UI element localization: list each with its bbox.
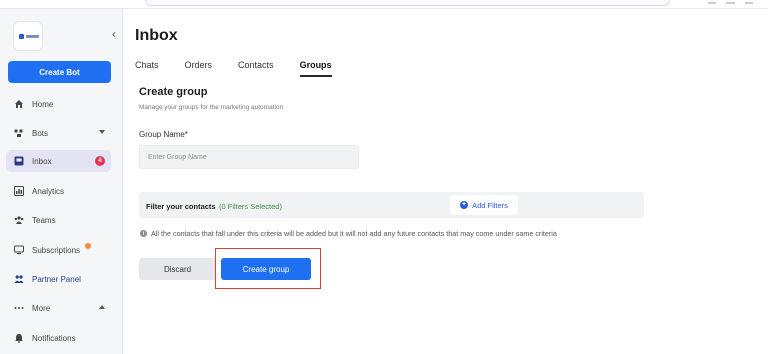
criteria-info-text: All the contacts that fall under this cr… (151, 229, 557, 238)
criteria-info: i All the contacts that fall under this … (140, 229, 557, 238)
brand-logo[interactable] (13, 21, 43, 51)
filter-count: (0 Filters Selected) (219, 202, 282, 211)
sidebar-item-more[interactable]: More (6, 297, 111, 319)
main-content: Inbox Chats Orders Contacts Groups Creat… (124, 9, 768, 354)
tab-contacts[interactable]: Contacts (238, 60, 274, 80)
sidebar: ‹ Create Bot Home Bots Inbox 4 Analytics… (0, 9, 123, 354)
window-controls (708, 0, 753, 6)
sidebar-item-label: Partner Panel (32, 274, 81, 284)
create-group-button[interactable]: Create group (221, 258, 311, 280)
tab-orders[interactable]: Orders (185, 60, 213, 80)
sidebar-item-label: Inbox (32, 156, 52, 166)
collapse-sidebar-icon[interactable]: ‹ (112, 28, 116, 40)
group-name-input[interactable] (139, 145, 359, 169)
inbox-count-badge: 4 (95, 156, 105, 166)
plus-icon: + (460, 201, 469, 209)
page-title: Inbox (135, 27, 178, 44)
notification-dot (85, 243, 91, 249)
analytics-icon (13, 186, 24, 197)
sidebar-item-analytics[interactable]: Analytics (6, 180, 111, 202)
tab-bar: Chats Orders Contacts Groups (135, 60, 358, 80)
subscriptions-icon (13, 245, 24, 256)
sidebar-item-label: Teams (32, 215, 56, 225)
sidebar-item-label: Subscriptions (32, 245, 81, 255)
tab-chats[interactable]: Chats (135, 60, 159, 80)
add-filters-label: Add Filters (472, 200, 508, 210)
more-icon (13, 303, 24, 314)
sidebar-item-label: Analytics (32, 186, 65, 196)
sidebar-item-label: Bots (32, 128, 49, 138)
address-bar[interactable] (145, 0, 670, 6)
add-filters-button[interactable]: + Add Filters (450, 195, 518, 215)
sidebar-item-subscriptions[interactable]: Subscriptions (6, 239, 111, 261)
discard-button[interactable]: Discard (139, 258, 216, 280)
bots-icon (13, 128, 24, 139)
sidebar-item-partner-panel[interactable]: Partner Panel (6, 268, 111, 290)
tab-groups[interactable]: Groups (299, 60, 332, 80)
filter-contacts-bar: Filter your contacts (0 Filters Selected… (139, 192, 644, 218)
sidebar-item-label: More (32, 303, 51, 313)
logo-mark (19, 34, 24, 39)
partner-icon (13, 274, 24, 285)
logo-text (26, 35, 39, 38)
chevron-down-icon[interactable] (99, 130, 105, 134)
home-icon (13, 99, 24, 110)
sidebar-item-teams[interactable]: Teams (6, 209, 111, 231)
browser-top-bar (0, 0, 768, 9)
inbox-icon (13, 156, 24, 167)
group-name-label: Group Name* (139, 130, 188, 139)
sidebar-item-bots[interactable]: Bots (6, 122, 111, 144)
sidebar-item-label: Home (32, 99, 54, 109)
form-subtitle: Manage your groups for the marketing aut… (139, 104, 284, 111)
sidebar-item-inbox[interactable]: Inbox 4 (6, 150, 111, 172)
create-bot-button[interactable]: Create Bot (8, 61, 111, 83)
sidebar-item-notifications[interactable]: Notifications (6, 327, 111, 349)
info-icon: i (140, 230, 147, 237)
chevron-up-icon[interactable] (99, 305, 105, 309)
sidebar-item-home[interactable]: Home (6, 93, 111, 115)
bell-icon (13, 333, 24, 344)
sidebar-item-label: Notifications (32, 333, 76, 343)
form-title: Create group (139, 86, 208, 98)
filter-label: Filter your contacts (146, 202, 216, 211)
teams-icon (13, 215, 24, 226)
